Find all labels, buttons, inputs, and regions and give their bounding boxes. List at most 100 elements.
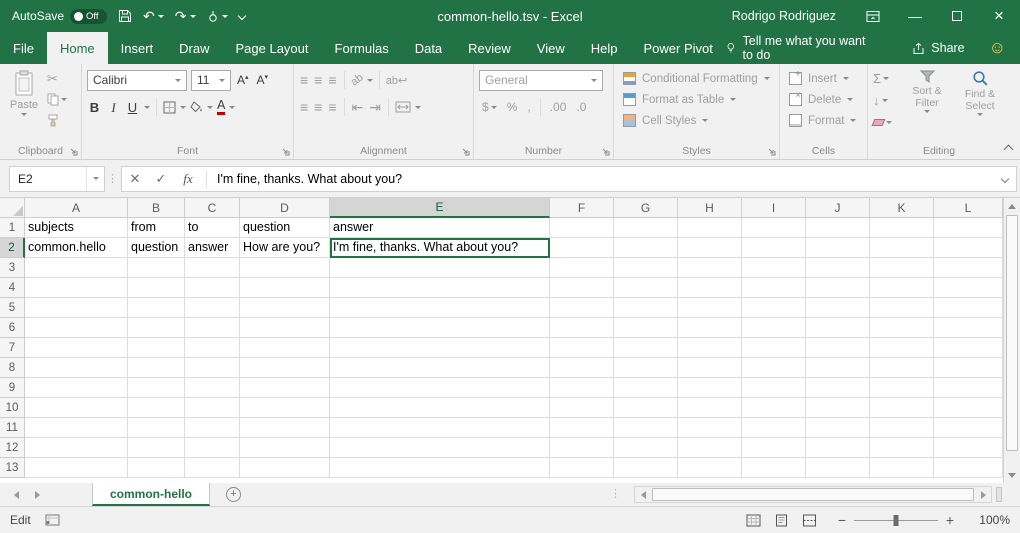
font-size-dropdown-icon[interactable]	[219, 79, 225, 82]
cell-F3[interactable]	[550, 258, 614, 278]
cancel-button[interactable]: ✕	[122, 171, 148, 187]
decrease-indent-icon[interactable]: ⇤	[351, 100, 365, 114]
cell-K4[interactable]	[870, 278, 934, 298]
row-header-1[interactable]: 1	[0, 218, 25, 238]
cell-E4[interactable]	[330, 278, 550, 298]
zoom-slider[interactable]	[854, 520, 938, 521]
page-layout-view-button[interactable]	[770, 510, 792, 530]
cell-J5[interactable]	[806, 298, 870, 318]
cell-D4[interactable]	[240, 278, 330, 298]
align-top-icon[interactable]: ≡	[299, 73, 309, 87]
cell-D10[interactable]	[240, 398, 330, 418]
cell-C9[interactable]	[185, 378, 240, 398]
cell-D2[interactable]: How are you?	[240, 238, 330, 258]
cell-E1[interactable]: answer	[330, 218, 550, 238]
undo-button[interactable]: ↶	[143, 9, 164, 23]
orientation-dropdown-icon[interactable]	[367, 79, 373, 82]
cell-A12[interactable]	[25, 438, 128, 458]
align-bottom-icon[interactable]: ≡	[327, 73, 337, 87]
cell-I12[interactable]	[742, 438, 806, 458]
font-dialog-launcher[interactable]	[281, 147, 290, 156]
cell-E7[interactable]	[330, 338, 550, 358]
cell-D3[interactable]	[240, 258, 330, 278]
cell-F5[interactable]	[550, 298, 614, 318]
row-header-4[interactable]: 4	[0, 278, 25, 298]
user-name[interactable]: Rodrigo Rodriguez	[732, 9, 836, 23]
align-left-icon[interactable]: ≡	[299, 100, 309, 114]
cell-G10[interactable]	[614, 398, 678, 418]
cell-J7[interactable]	[806, 338, 870, 358]
cell-B9[interactable]	[128, 378, 185, 398]
tab-scroll-dots[interactable]: ⋮	[610, 487, 621, 500]
scroll-down-button[interactable]	[1004, 467, 1020, 483]
cell-B12[interactable]	[128, 438, 185, 458]
cell-B13[interactable]	[128, 458, 185, 478]
cell-J6[interactable]	[806, 318, 870, 338]
cell-D1[interactable]: question	[240, 218, 330, 238]
cell-A1[interactable]: subjects	[25, 218, 128, 238]
autosave-toggle[interactable]: AutoSave Off	[12, 9, 107, 24]
zoom-out-button[interactable]: −	[832, 512, 852, 528]
cell-G4[interactable]	[614, 278, 678, 298]
cell-H5[interactable]	[678, 298, 742, 318]
number-format-combo[interactable]: General	[479, 70, 603, 91]
cell-D6[interactable]	[240, 318, 330, 338]
ribbon-tab-file[interactable]: File	[0, 32, 47, 64]
cell-I10[interactable]	[742, 398, 806, 418]
cell-G2[interactable]	[614, 238, 678, 258]
ribbon-display-options-button[interactable]	[852, 0, 894, 32]
name-box-dropdown[interactable]	[86, 167, 104, 191]
cell-C6[interactable]	[185, 318, 240, 338]
increase-indent-icon[interactable]: ⇥	[368, 100, 382, 114]
name-box[interactable]: E2	[9, 166, 105, 192]
cell-F13[interactable]	[550, 458, 614, 478]
select-all-button[interactable]	[0, 198, 25, 218]
cell-E9[interactable]	[330, 378, 550, 398]
ribbon-tab-help[interactable]: Help	[578, 32, 631, 64]
ribbon-tab-view[interactable]: View	[524, 32, 578, 64]
cell-B10[interactable]	[128, 398, 185, 418]
redo-dropdown-icon[interactable]	[190, 15, 196, 18]
cell-G12[interactable]	[614, 438, 678, 458]
cell-A7[interactable]	[25, 338, 128, 358]
cell-F1[interactable]	[550, 218, 614, 238]
cell-I4[interactable]	[742, 278, 806, 298]
cell-E13[interactable]	[330, 458, 550, 478]
cell-E11[interactable]	[330, 418, 550, 438]
row-header-5[interactable]: 5	[0, 298, 25, 318]
decrease-decimal-button[interactable]: .0	[573, 100, 589, 114]
cell-H6[interactable]	[678, 318, 742, 338]
cell-L1[interactable]	[934, 218, 1003, 238]
cell-G13[interactable]	[614, 458, 678, 478]
font-size-combo[interactable]: 11	[191, 70, 231, 91]
underline-dropdown-icon[interactable]	[144, 106, 150, 109]
cell-I11[interactable]	[742, 418, 806, 438]
cell-L4[interactable]	[934, 278, 1003, 298]
sort-filter-dropdown-icon[interactable]	[924, 110, 930, 113]
zoom-in-button[interactable]: +	[940, 512, 960, 528]
cell-F2[interactable]	[550, 238, 614, 258]
cell-L11[interactable]	[934, 418, 1003, 438]
maximize-button[interactable]	[936, 0, 978, 32]
clear-button[interactable]	[873, 114, 899, 131]
font-name-dropdown-icon[interactable]	[175, 79, 181, 82]
cell-K8[interactable]	[870, 358, 934, 378]
cell-C10[interactable]	[185, 398, 240, 418]
cell-K2[interactable]	[870, 238, 934, 258]
paste-dropdown-icon[interactable]	[21, 113, 27, 116]
cell-A13[interactable]	[25, 458, 128, 478]
cell-B5[interactable]	[128, 298, 185, 318]
vertical-scroll-thumb[interactable]	[1006, 215, 1018, 451]
cell-I9[interactable]	[742, 378, 806, 398]
cell-G9[interactable]	[614, 378, 678, 398]
cut-button[interactable]: ✂	[47, 70, 67, 87]
cell-L6[interactable]	[934, 318, 1003, 338]
merge-center-icon[interactable]	[395, 101, 411, 113]
cell-K9[interactable]	[870, 378, 934, 398]
clipboard-dialog-launcher[interactable]	[69, 147, 78, 156]
formula-input[interactable]: I'm fine, thanks. What about you?	[211, 172, 994, 186]
cell-L2[interactable]	[934, 238, 1003, 258]
cell-K3[interactable]	[870, 258, 934, 278]
cell-L13[interactable]	[934, 458, 1003, 478]
find-select-button[interactable]: Find & Select	[955, 68, 1005, 131]
